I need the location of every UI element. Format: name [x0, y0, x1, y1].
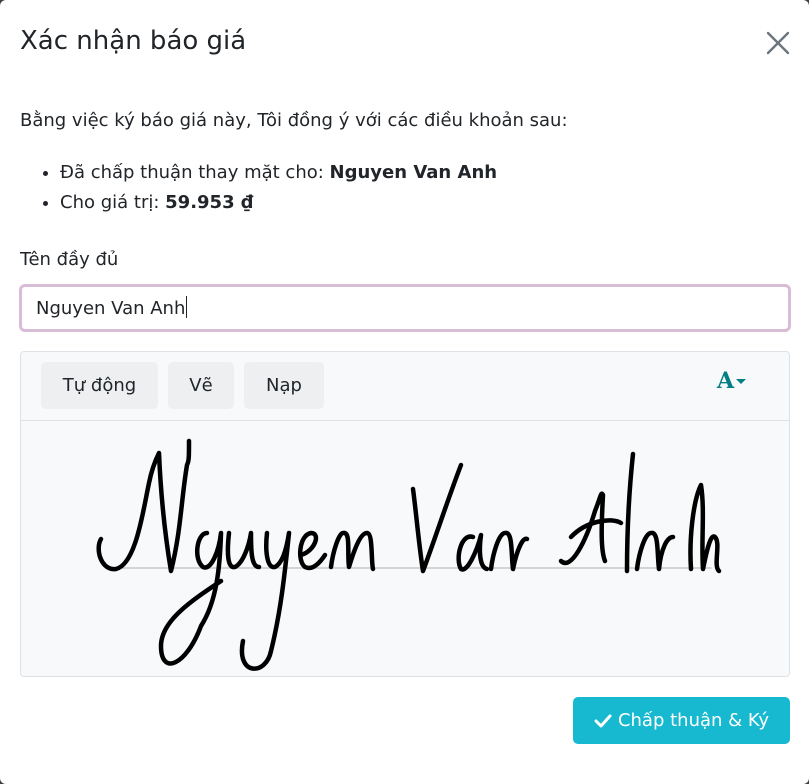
full-name-input[interactable]: [19, 284, 791, 332]
signature-mode-tabs: Tự động Vẽ Nạp A: [21, 352, 789, 421]
quote-amount: 59.953 ₫: [165, 192, 254, 213]
close-icon: [766, 31, 790, 55]
font-select-button[interactable]: A: [717, 366, 751, 396]
signature-panel: Tự động Vẽ Nạp A: [20, 351, 790, 677]
term-accepted-on-behalf: Đã chấp thuận thay mặt cho: Nguyen Van A…: [60, 158, 497, 188]
signature-canvas[interactable]: [21, 421, 789, 676]
chevron-down-icon: [736, 378, 747, 384]
tab-auto[interactable]: Tự động: [41, 362, 158, 409]
font-select-icon: A: [717, 368, 735, 394]
text-cursor: [186, 296, 187, 318]
accept-and-sign-button[interactable]: Chấp thuận & Ký: [573, 697, 790, 744]
term-amount: Cho giá trị: 59.953 ₫: [60, 188, 497, 218]
quote-confirmation-dialog: Xác nhận báo giá Bằng việc ký báo giá nà…: [0, 0, 809, 784]
tab-load[interactable]: Nạp: [244, 362, 324, 409]
tab-draw[interactable]: Vẽ: [168, 362, 234, 409]
agreement-intro: Bằng việc ký báo giá này, Tôi đồng ý với…: [20, 110, 568, 131]
terms-list: Đã chấp thuận thay mặt cho: Nguyen Van A…: [20, 158, 497, 218]
customer-name: Nguyen Van Anh: [329, 162, 498, 183]
close-button[interactable]: [765, 30, 791, 56]
accept-and-sign-label: Chấp thuận & Ký: [617, 710, 770, 731]
check-icon: [594, 713, 612, 729]
signature-drawing: [96, 438, 722, 671]
full-name-label: Tên đầy đủ: [20, 249, 119, 270]
dialog-title: Xác nhận báo giá: [20, 26, 247, 56]
